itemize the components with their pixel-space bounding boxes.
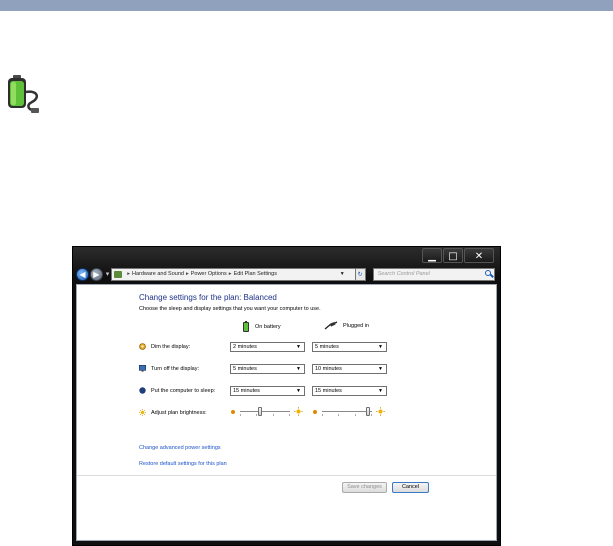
cancel-button[interactable]: Cancel [392,482,429,493]
sleep-plugged-select[interactable]: 15 minutes ▼ [312,386,387,396]
search-input[interactable]: Search Control Panel [372,267,495,281]
monitor-icon [139,365,146,372]
sleep-moon-icon [139,387,146,394]
power-battery-icon [8,75,39,113]
turn-off-display-label: Turn off the display: [139,365,199,372]
chevron-down-icon: ▼ [296,366,301,372]
chevron-down-icon: ▼ [296,344,301,350]
dim-sun-icon [313,409,317,414]
breadcrumb-separator-icon: ▸ [228,271,232,277]
chevron-down-icon: ▼ [296,388,301,394]
turn-off-display-text: Turn off the display: [151,365,199,372]
arrow-right-icon: ▶ [93,269,100,279]
dim-display-icon [139,343,146,350]
sleep-battery-select[interactable]: 15 minutes ▼ [230,386,305,396]
battery-icon [243,321,249,332]
turn-off-display-plugged-select[interactable]: 10 minutes ▼ [312,364,387,374]
brightness-plugged-slider[interactable] [322,406,372,416]
breadcrumb-edit-plan-settings[interactable]: Edit Plan Settings [234,271,277,277]
breadcrumb-hardware-and-sound[interactable]: Hardware and Sound [132,271,184,277]
top-header-bar [0,0,613,11]
power-plug-icon [324,321,338,330]
dim-display-text: Dim the display: [151,343,191,350]
breadcrumb-power-options[interactable]: Power Options [191,271,227,277]
navigation-bar: ◀ ▶ ▾ ▸ Hardware and Sound ▸ Power Optio… [76,266,495,282]
brightness-battery-slider[interactable] [240,406,290,416]
sleep-label: Put the computer to sleep: [139,387,215,394]
turn-off-display-battery-value: 5 minutes [233,366,257,372]
recent-pages-dropdown[interactable]: ▾ [106,270,110,278]
refresh-icon: ↻ [357,271,363,278]
chevron-down-icon: ▼ [378,388,383,394]
search-placeholder: Search Control Panel [377,270,430,277]
maximize-button[interactable]: □ [443,248,463,263]
turn-off-display-plugged-value: 10 minutes [315,366,342,372]
brightness-plugged-thumb[interactable] [365,406,370,416]
turn-off-display-battery-select[interactable]: 5 minutes ▼ [230,364,305,374]
control-panel-icon [114,270,123,278]
brightness-sun-icon [139,409,146,416]
dim-sun-icon [231,409,235,414]
restore-defaults-link[interactable]: Restore default settings for this plan [139,461,227,467]
bright-sun-icon [294,407,303,416]
close-button[interactable]: ✕ [464,248,494,263]
sleep-text: Put the computer to sleep: [151,387,216,394]
column-header-on-battery: On battery [243,321,281,332]
divider [77,475,496,476]
sleep-battery-value: 15 minutes [233,388,260,394]
refresh-button[interactable]: ↻ [355,267,366,281]
brightness-battery-slider-group [230,406,303,416]
power-options-window: ▁ □ ✕ ◀ ▶ ▾ ▸ Hardware and Sound ▸ Power… [72,246,501,546]
dim-display-battery-select[interactable]: 2 minutes ▼ [230,342,305,352]
dim-display-plugged-value: 5 minutes [315,344,339,350]
dim-display-battery-value: 2 minutes [233,344,257,350]
chevron-down-icon: ▼ [378,366,383,372]
window-controls: ▁ □ ✕ [422,248,494,263]
forward-button[interactable]: ▶ [89,267,103,281]
brightness-text: Adjust plan brightness: [151,409,207,416]
page-subtitle: Choose the sleep and display settings th… [139,306,321,312]
chevron-down-icon: ▼ [378,344,383,350]
breadcrumb-separator-icon: ▸ [185,271,189,277]
column-label-battery: On battery [255,323,281,330]
bright-sun-icon [376,407,385,416]
chevron-down-icon[interactable]: ▼ [340,271,345,277]
dim-display-plugged-select[interactable]: 5 minutes ▼ [312,342,387,352]
brightness-label: Adjust plan brightness: [139,409,207,416]
arrow-left-icon: ◀ [79,269,86,279]
address-bar[interactable]: ▸ Hardware and Sound ▸ Power Options ▸ E… [111,267,356,281]
brightness-plugged-slider-group [312,406,385,416]
back-button[interactable]: ◀ [76,267,89,281]
page-title: Change settings for the plan: Balanced [139,293,277,302]
save-changes-button[interactable]: Save changes [342,482,387,493]
search-icon[interactable] [485,269,491,276]
change-advanced-settings-link[interactable]: Change advanced power settings [139,445,221,451]
column-label-plugged: Plugged in [343,322,369,329]
brightness-battery-thumb[interactable] [258,406,263,416]
minimize-button[interactable]: ▁ [422,248,442,263]
sleep-plugged-value: 15 minutes [315,388,342,394]
breadcrumb-separator-icon: ▸ [127,271,130,277]
dim-display-label: Dim the display: [139,343,190,350]
column-header-plugged-in: Plugged in [324,321,369,330]
content-pane: Change settings for the plan: Balanced C… [76,284,497,541]
